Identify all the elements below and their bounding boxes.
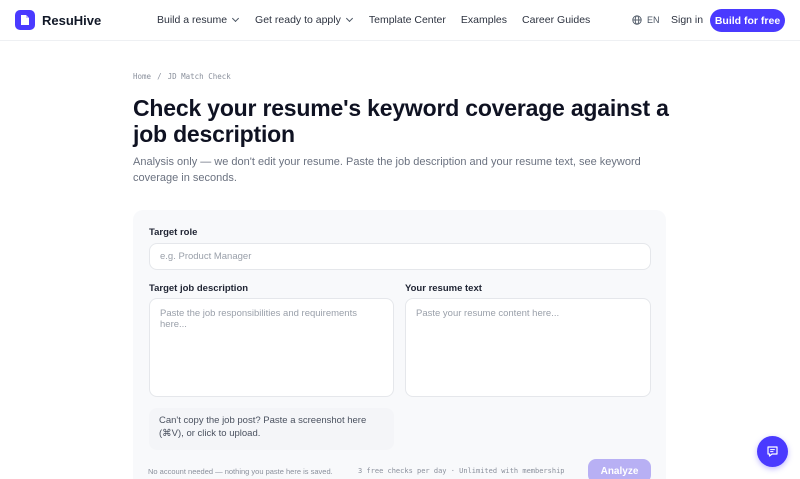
chat-bubble-icon xyxy=(767,446,778,457)
chevron-down-icon xyxy=(232,14,240,23)
top-navbar: ResuHive Build a resume Get ready to app… xyxy=(0,0,800,41)
breadcrumb: Home / JD Match Check xyxy=(133,72,231,81)
resume-text-textarea[interactable] xyxy=(405,298,651,397)
nav-template-center[interactable]: Template Center xyxy=(369,14,446,26)
quota-text: 3 free checks per day · Unlimited with m… xyxy=(358,467,565,475)
target-role-label: Target role xyxy=(149,227,198,238)
nav-build-resume-label: Build a resume xyxy=(157,14,228,26)
nav-get-ready-label: Get ready to apply xyxy=(255,14,341,26)
target-role-input[interactable] xyxy=(149,243,651,270)
resume-text-label: Your resume text xyxy=(405,283,482,294)
brand-name: ResuHive xyxy=(42,12,102,28)
chat-support-button[interactable] xyxy=(757,436,788,467)
nav-build-resume[interactable]: Build a resume xyxy=(157,14,240,26)
build-for-free-button[interactable]: Build for free xyxy=(710,9,785,32)
page-title: Check your resume's keyword coverage aga… xyxy=(133,95,669,147)
language-code: EN xyxy=(647,15,660,25)
main-nav: Build a resume Get ready to apply Templa… xyxy=(157,14,590,26)
nav-career-guides[interactable]: Career Guides xyxy=(522,14,590,26)
screenshot-upload-dropzone[interactable]: Can't copy the job post? Paste a screens… xyxy=(149,408,394,450)
breadcrumb-current: JD Match Check xyxy=(167,72,231,81)
job-description-textarea[interactable] xyxy=(149,298,394,397)
match-check-form: Target role Target job description Your … xyxy=(133,210,666,479)
chevron-down-icon xyxy=(345,14,353,23)
globe-icon xyxy=(632,15,642,25)
brand-logo[interactable]: ResuHive xyxy=(15,10,101,30)
analyze-button[interactable]: Analyze xyxy=(588,459,651,479)
nav-examples[interactable]: Examples xyxy=(461,14,507,26)
signin-link[interactable]: Sign in xyxy=(671,14,703,26)
privacy-note: No account needed — nothing you paste he… xyxy=(148,467,333,476)
breadcrumb-home[interactable]: Home xyxy=(133,72,151,81)
nav-get-ready[interactable]: Get ready to apply xyxy=(255,14,353,26)
document-icon xyxy=(15,10,35,30)
page-subtitle: Analysis only — we don't edit your resum… xyxy=(133,156,641,184)
breadcrumb-separator: / xyxy=(157,72,162,81)
language-switcher[interactable]: EN xyxy=(632,15,660,25)
job-description-label: Target job description xyxy=(149,283,249,294)
